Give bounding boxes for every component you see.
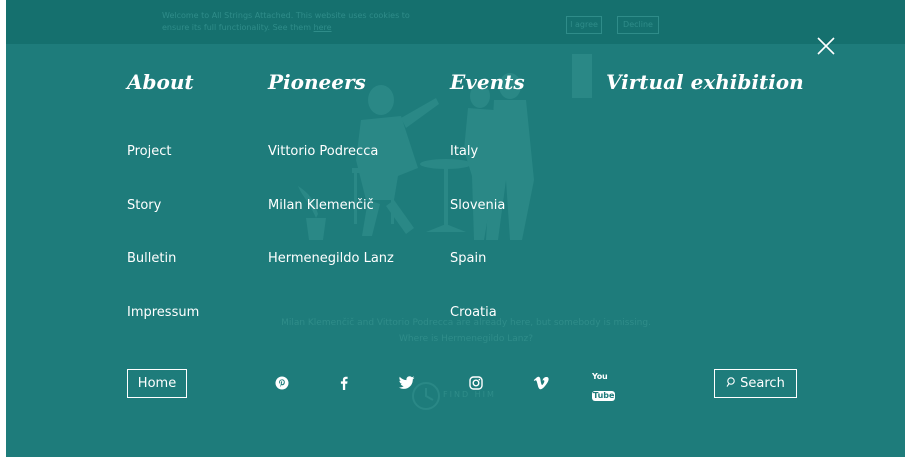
menu-item-hermenegildo-lanz[interactable]: Hermenegildo Lanz — [268, 251, 394, 266]
youtube-icon: You Tube — [592, 364, 628, 402]
close-button[interactable] — [814, 34, 838, 58]
menu-heading-pioneers[interactable]: Pioneers — [268, 70, 366, 94]
facebook-link[interactable] — [333, 373, 355, 393]
youtube-icon-text-a: You — [592, 372, 608, 381]
menu-item-slovenia[interactable]: Slovenia — [450, 198, 505, 213]
search-label: Search — [740, 376, 785, 391]
menu-item-croatia[interactable]: Croatia — [450, 305, 497, 320]
menu-item-project[interactable]: Project — [127, 144, 171, 159]
twitter-link[interactable] — [395, 373, 417, 393]
cookie-message-text: Welcome to All Strings Attached. This we… — [162, 11, 410, 32]
menu-item-story[interactable]: Story — [127, 198, 161, 213]
youtube-link[interactable]: You Tube — [592, 372, 628, 401]
menu-item-italy[interactable]: Italy — [450, 144, 478, 159]
cookie-link[interactable]: here — [314, 23, 332, 32]
twitter-icon — [398, 376, 414, 389]
cookie-message: Welcome to All Strings Attached. This we… — [162, 10, 432, 34]
menu-item-spain[interactable]: Spain — [450, 251, 486, 266]
search-button[interactable]: Search — [714, 369, 797, 398]
cookie-bar: Welcome to All Strings Attached. This we… — [6, 0, 905, 44]
cookie-agree-button[interactable]: I agree — [566, 16, 602, 34]
close-icon — [817, 37, 835, 55]
pinterest-link[interactable] — [271, 373, 293, 393]
menu-item-impressum[interactable]: Impressum — [127, 305, 199, 320]
menu-heading-events[interactable]: Events — [450, 70, 525, 94]
menu-heading-virtual-exhibition[interactable]: Virtual exhibition — [606, 70, 804, 94]
background-caption-line2: Where is Hermenegildo Lanz? — [398, 334, 533, 344]
menu-item-milan-klemencic[interactable]: Milan Klemenčič — [268, 198, 374, 213]
search-icon — [726, 377, 735, 387]
menu-item-bulletin[interactable]: Bulletin — [127, 251, 176, 266]
vimeo-icon — [533, 376, 549, 390]
cookie-decline-button[interactable]: Decline — [617, 16, 659, 34]
menu-overlay: Welcome to All Strings Attached. This we… — [6, 0, 905, 457]
pinterest-icon — [275, 376, 289, 390]
facebook-icon — [340, 376, 348, 390]
menu-item-vittorio-podrecca[interactable]: Vittorio Podrecca — [268, 144, 378, 159]
instagram-link[interactable] — [465, 373, 487, 393]
youtube-icon-text-b: Tube — [592, 391, 616, 401]
instagram-icon — [469, 376, 483, 390]
menu-heading-about[interactable]: About — [127, 70, 194, 94]
vimeo-link[interactable] — [530, 373, 552, 393]
home-button[interactable]: Home — [127, 369, 187, 398]
